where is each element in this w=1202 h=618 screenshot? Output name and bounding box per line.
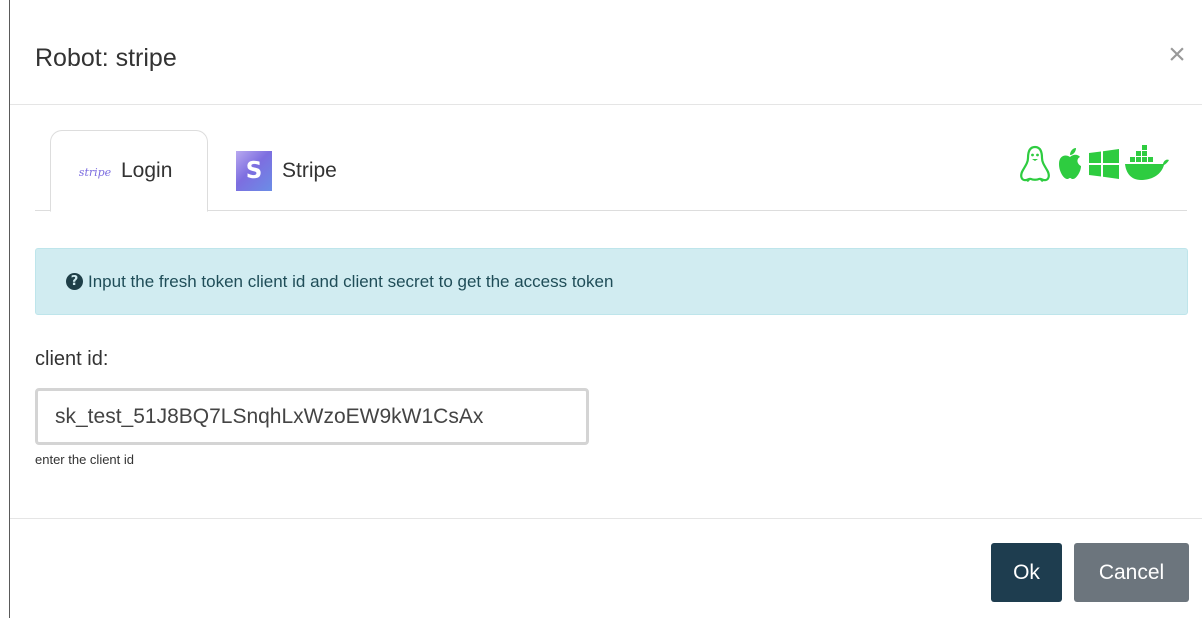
client-id-input[interactable] [35, 388, 589, 445]
dialog-footer: Ok Cancel [10, 518, 1202, 618]
tab-login[interactable]: stripe Login [50, 130, 208, 212]
dialog-title: Robot: stripe [35, 44, 177, 72]
linux-icon [1018, 145, 1052, 183]
info-alert-text: Input the fresh token client id and clie… [88, 271, 614, 291]
ok-button[interactable]: Ok [991, 543, 1062, 602]
question-circle-icon: ? [66, 273, 83, 290]
close-icon[interactable]: × [1164, 40, 1190, 70]
dialog-header: Robot: stripe × [10, 0, 1202, 105]
client-id-label: client id: [35, 348, 109, 370]
platform-icons [1018, 144, 1170, 184]
info-alert: ? Input the fresh token client id and cl… [35, 248, 1188, 315]
apple-icon [1056, 145, 1084, 183]
stripe-wordmark-icon: stripe [79, 156, 111, 186]
tab-stripe-label: Stripe [282, 158, 337, 182]
client-id-help-text: enter the client id [35, 452, 135, 467]
stripe-wordmark-text: stripe [79, 166, 111, 179]
windows-icon [1088, 145, 1120, 183]
tab-bar: stripe Login S Stripe [35, 130, 1187, 212]
tab-login-label: Login [121, 159, 173, 182]
docker-icon [1124, 145, 1170, 183]
cancel-button[interactable]: Cancel [1074, 543, 1189, 602]
tab-stripe[interactable]: S Stripe [234, 130, 374, 211]
robot-dialog: Robot: stripe × stripe Login S Stripe ? … [10, 0, 1202, 618]
stripe-s-logo-icon: S [236, 150, 272, 191]
